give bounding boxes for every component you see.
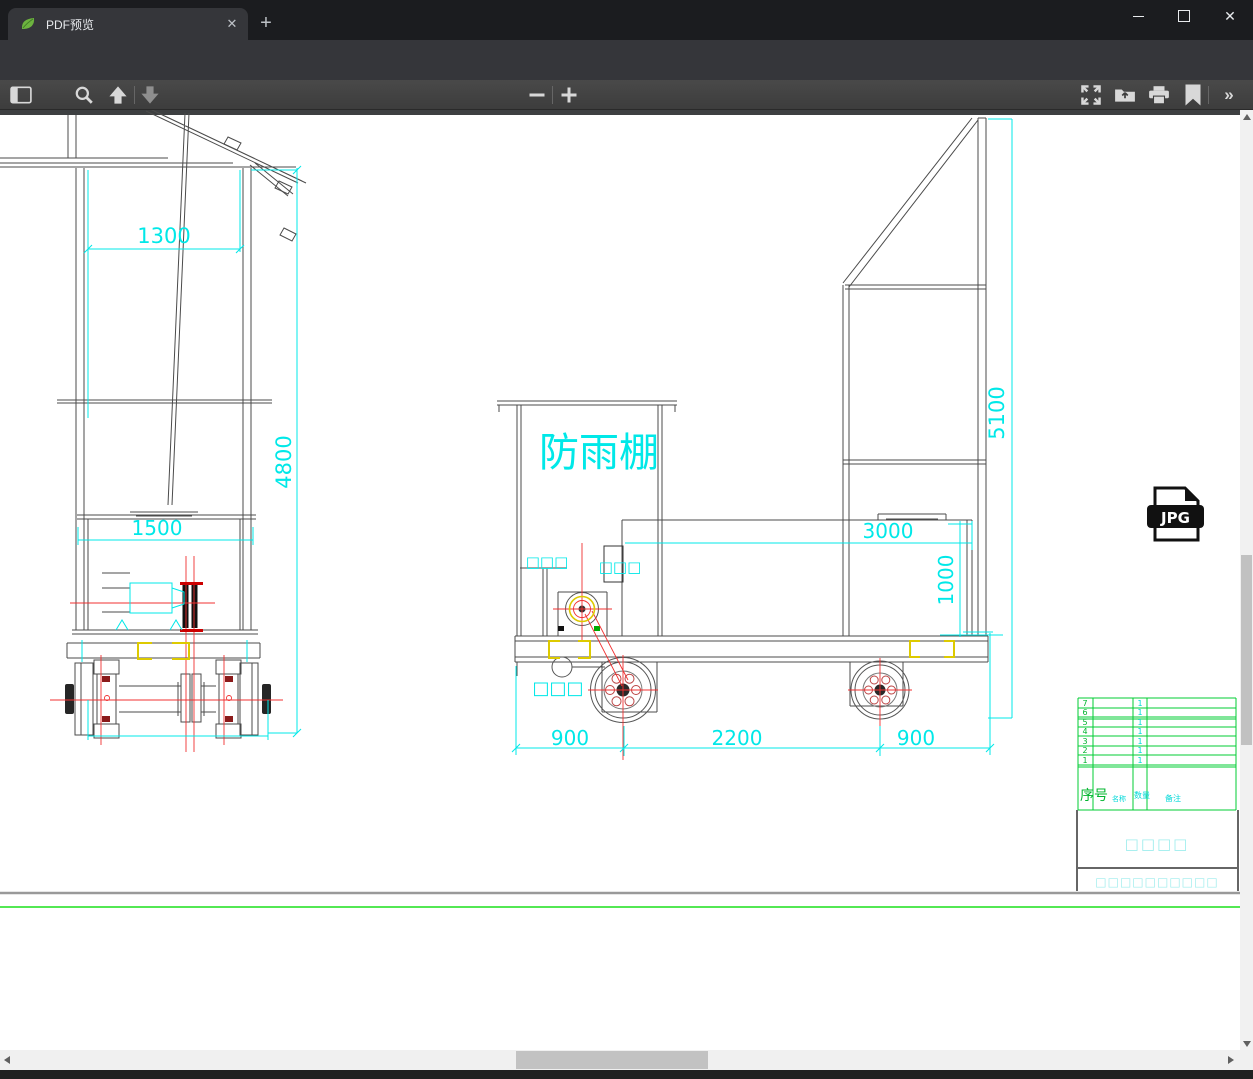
tab-title: PDF预览: [46, 17, 95, 32]
svg-text:6: 6: [1082, 708, 1087, 717]
presentation-mode-button[interactable]: [1080, 80, 1102, 110]
horizontal-scrollbar-thumb[interactable]: [516, 1051, 708, 1069]
component-label-3: □□□: [532, 678, 583, 699]
svg-text:5: 5: [1082, 718, 1087, 727]
pdf-page-content: 1300 4800 1500 3000 1000 5100 900 2200 9…: [0, 110, 1253, 1050]
bom-header-name: 名称: [1112, 794, 1126, 803]
svg-text:1: 1: [1082, 756, 1087, 765]
dim-5100: 5100: [985, 386, 1009, 439]
svg-text:1: 1: [1137, 727, 1142, 736]
right-axle-cap: [262, 684, 271, 714]
red-centerlines: [50, 543, 912, 760]
side-view: [497, 117, 989, 723]
bom-header-remark: 备注: [1165, 793, 1181, 803]
new-tab-button[interactable]: +: [254, 12, 278, 36]
bom-header-qty: 数量: [1134, 790, 1150, 800]
front-view: [0, 110, 307, 739]
minimize-icon: [1132, 15, 1144, 17]
dim-900-front: 900: [551, 726, 589, 750]
zoom-in-button[interactable]: [560, 80, 578, 110]
svg-text:2: 2: [1082, 746, 1087, 755]
bom-header-no: 序号: [1080, 788, 1108, 804]
browser-tab[interactable]: PDF预览 ✕: [8, 8, 248, 40]
component-label-1: □□□: [526, 553, 569, 571]
cad-drawing: 1300 4800 1500 3000 1000 5100 900 2200 9…: [0, 110, 1253, 908]
horizontal-scrollbar[interactable]: [0, 1050, 1253, 1070]
svg-text:7: 7: [1082, 699, 1087, 708]
vertical-scrollbar-thumb[interactable]: [1241, 555, 1252, 745]
svg-text:1: 1: [1137, 708, 1142, 717]
page-down-button[interactable]: [140, 80, 160, 110]
dim-900-rear: 900: [897, 726, 935, 750]
navbar: localhost:8012/onlinePreview?url=http%3A…: [0, 40, 1253, 114]
svg-text:4: 4: [1082, 727, 1087, 736]
browser-window: PDF预览 ✕ + ✕ localhost:8012/onlineP: [0, 0, 1253, 1079]
dim-1000: 1000: [934, 555, 958, 606]
bom-table: 7 6 5 4 3 2 1 1 1 1 1 1 1 1 序号 名称 数量 备注: [1077, 697, 1237, 811]
zoom-out-button[interactable]: [528, 80, 546, 110]
svg-text:3: 3: [1082, 737, 1087, 746]
bookmark-current-view-button[interactable]: [1184, 80, 1202, 110]
sidebar-toggle-button[interactable]: [10, 80, 32, 110]
jpg-file-icon: JPG: [1147, 486, 1204, 542]
svg-text:1: 1: [1137, 718, 1142, 727]
svg-text:1: 1: [1137, 737, 1142, 746]
open-file-button[interactable]: [1114, 80, 1136, 110]
title-box-line1: □□□□: [1125, 835, 1190, 853]
print-button[interactable]: [1148, 80, 1170, 110]
svg-text:1: 1: [1137, 699, 1142, 708]
dim-2200: 2200: [712, 726, 763, 750]
jpg-label: JPG: [1160, 509, 1190, 527]
tab-close-icon[interactable]: ✕: [224, 16, 240, 32]
window-bottom-strip: [0, 1070, 1253, 1079]
svg-text:1: 1: [1137, 756, 1142, 765]
maximize-icon: [1178, 10, 1190, 22]
leaf-favicon: [21, 18, 35, 29]
shelter-label: 防雨棚: [539, 430, 659, 476]
search-button[interactable]: [74, 80, 94, 110]
dim-1300: 1300: [137, 224, 190, 248]
title-box: □□□□ □□□□□□□□□□: [1076, 810, 1239, 891]
svg-text:1: 1: [1137, 746, 1142, 755]
dim-1500: 1500: [132, 516, 183, 540]
scroll-down-arrow[interactable]: [1240, 1037, 1253, 1050]
titlebar: PDF预览 ✕ + ✕: [0, 0, 1253, 40]
window-maximize-button[interactable]: [1161, 0, 1207, 32]
scroll-left-arrow[interactable]: [0, 1050, 14, 1070]
more-tools-button[interactable]: »: [1216, 80, 1242, 110]
dim-4800: 4800: [272, 435, 296, 488]
left-axle-cap: [65, 684, 74, 714]
pdf-toolbar: / 1 40% »: [0, 80, 1253, 187]
window-close-button[interactable]: ✕: [1207, 0, 1253, 32]
title-box-line2: □□□□□□□□□□: [1095, 875, 1218, 889]
scroll-right-arrow[interactable]: [1224, 1050, 1238, 1070]
dim-3000: 3000: [863, 519, 914, 543]
component-label-2: □□□: [599, 558, 642, 576]
page-up-button[interactable]: [108, 80, 128, 110]
dimension-texts: 1300 4800 1500 3000 1000 5100 900 2200 9…: [132, 224, 1009, 750]
scroll-up-arrow[interactable]: [1240, 110, 1253, 123]
close-icon: ✕: [1224, 8, 1236, 24]
vertical-scrollbar[interactable]: [1240, 110, 1253, 1050]
window-minimize-button[interactable]: [1115, 0, 1161, 32]
